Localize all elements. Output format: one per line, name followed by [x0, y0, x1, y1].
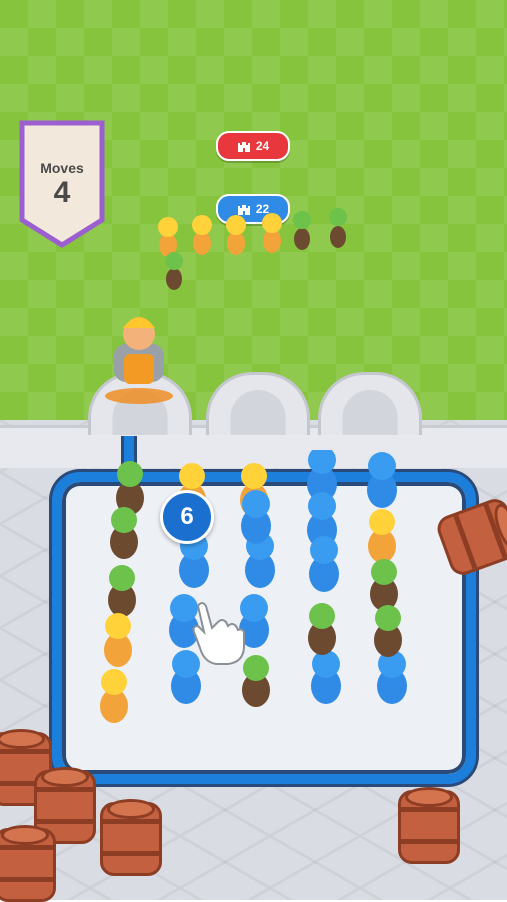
goblin-unit[interactable]: [110, 507, 138, 559]
castle-icon: [237, 142, 250, 152]
knight-unit[interactable]: [311, 650, 341, 704]
knight-unit[interactable]: [367, 452, 397, 508]
enemy-goblin: [329, 208, 347, 248]
selected-count-badge: 6: [160, 490, 214, 544]
moves-value: 4: [53, 176, 71, 209]
goblin-unit[interactable]: [374, 605, 402, 657]
enemy-squad: [158, 208, 347, 290]
enemy-count: 24: [255, 139, 270, 153]
tap-hand-icon: [192, 602, 245, 665]
goblin-unit[interactable]: [370, 559, 398, 611]
barrel: [100, 799, 162, 876]
moves-label: Moves: [40, 160, 84, 176]
enemy-worker: [226, 215, 246, 255]
enemy-hero: [105, 317, 173, 404]
goblin-unit[interactable]: [108, 565, 136, 617]
enemy-goblin: [293, 211, 311, 250]
goblin-unit[interactable]: [116, 461, 144, 515]
enemy-worker: [158, 217, 178, 257]
worker-unit[interactable]: [368, 509, 396, 563]
worker-unit[interactable]: [104, 613, 132, 667]
knight-unit[interactable]: [377, 650, 407, 704]
enemy-worker: [192, 215, 212, 255]
knight-unit[interactable]: [309, 536, 339, 592]
unit-grid[interactable]: [70, 450, 450, 750]
worker-unit[interactable]: [100, 669, 128, 723]
enemy-count-badge: 24: [216, 131, 290, 161]
barrel: [0, 825, 56, 902]
barrel: [398, 787, 460, 864]
goblin-unit[interactable]: [308, 603, 336, 655]
knight-unit[interactable]: [241, 490, 271, 544]
enemy-worker: [262, 213, 282, 253]
enemy-goblin: [165, 252, 183, 290]
moves-banner: Moves 4: [19, 120, 105, 248]
